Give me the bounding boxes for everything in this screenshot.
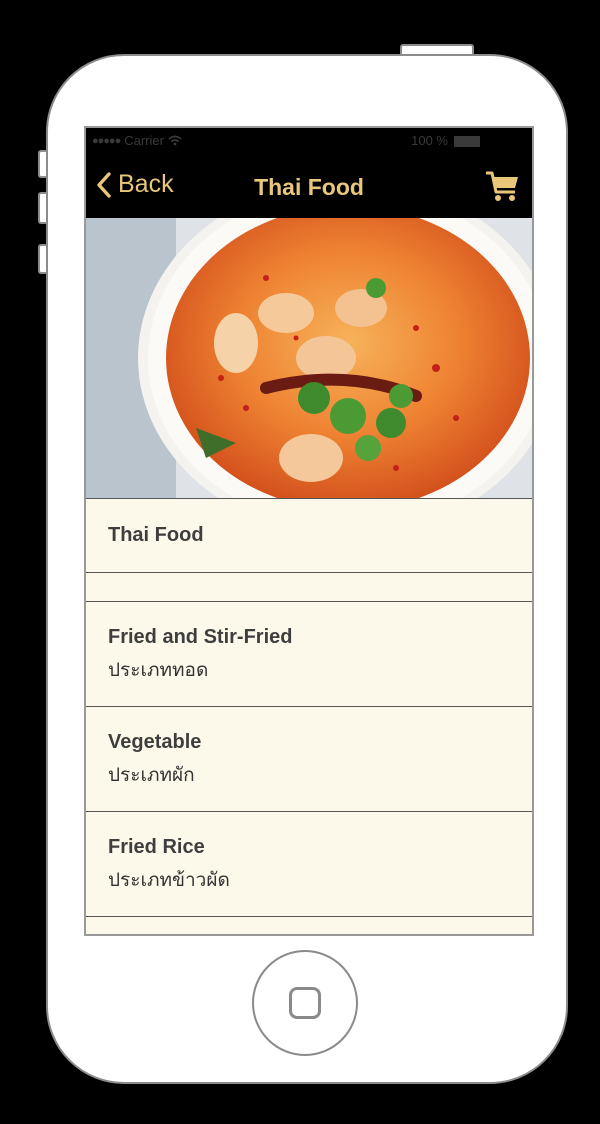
category-subtitle: ประเภททอด <box>108 659 209 681</box>
status-left: ●●●●● Carrier <box>92 133 182 148</box>
category-row-fried-rice[interactable]: Fried Rice ประเภทข้าวผัด <box>86 811 532 916</box>
food-hero-image <box>86 218 532 498</box>
wifi-icon <box>168 135 182 146</box>
home-button[interactable] <box>252 950 358 1056</box>
category-title: Fried and Stir-Fried <box>108 626 293 648</box>
carrier-label: Carrier <box>124 133 164 148</box>
app-screen: ●●●●● Carrier 100 % Back Thai Food Thai … <box>84 126 534 936</box>
tom-yum-soup-photo <box>86 218 532 498</box>
navigation-bar: Back Thai Food <box>86 154 532 218</box>
category-subtitle: ประเภทข้าวผัด <box>108 869 230 891</box>
home-square-icon <box>289 987 321 1019</box>
signal-icon: ●●●●● <box>92 134 121 147</box>
battery-percent: 100 % <box>411 133 448 148</box>
list-item-partial[interactable] <box>86 916 532 934</box>
cart-icon <box>486 171 518 201</box>
page-title: Thai Food <box>254 174 364 200</box>
list-spacer <box>86 572 532 601</box>
category-row-fried[interactable]: Fried and Stir-Fried ประเภททอด <box>86 601 532 706</box>
list-header-title: Thai Food <box>108 524 204 546</box>
list-header-row: Thai Food <box>86 498 532 572</box>
cart-button[interactable] <box>484 168 520 209</box>
category-row-vegetable[interactable]: Vegetable ประเภทผัก <box>86 706 532 811</box>
category-title: Vegetable <box>108 731 202 753</box>
category-subtitle: ประเภทผัก <box>108 764 195 786</box>
status-right: 100 % <box>411 133 448 148</box>
battery-icon <box>454 136 480 147</box>
status-bar: ●●●●● Carrier 100 % <box>86 128 532 154</box>
category-title: Fried Rice <box>108 836 205 858</box>
category-list: Thai Food Fried and Stir-Fried ประเภททอด… <box>86 498 532 934</box>
